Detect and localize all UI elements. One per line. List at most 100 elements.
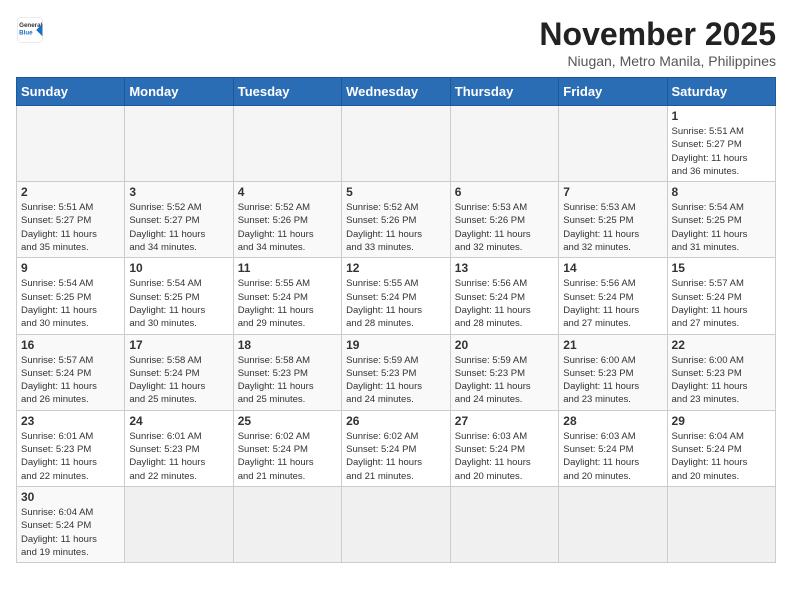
calendar-cell: 25 Sunrise: 6:02 AM Sunset: 5:24 PM Dayli… xyxy=(233,410,341,486)
calendar-cell: 17Sunrise: 5:58 AM Sunset: 5:24 PM Dayli… xyxy=(125,334,233,410)
day-info: Sunrise: 5:58 AM Sunset: 5:23 PM Dayligh… xyxy=(238,354,337,407)
day-info: Sunrise: 5:51 AM Sunset: 5:27 PM Dayligh… xyxy=(21,201,120,254)
calendar-cell xyxy=(125,106,233,182)
day-info: Sunrise: 5:56 AM Sunset: 5:24 PM Dayligh… xyxy=(455,277,554,330)
calendar-cell xyxy=(342,486,451,562)
calendar-cell: 13 Sunrise: 5:56 AM Sunset: 5:24 PM Dayli… xyxy=(450,258,558,334)
calendar-cell: 26Sunrise: 6:02 AM Sunset: 5:24 PM Dayli… xyxy=(342,410,451,486)
calendar-cell: 7Sunrise: 5:53 AM Sunset: 5:25 PM Daylig… xyxy=(559,182,667,258)
calendar-cell xyxy=(559,106,667,182)
day-number: 29 xyxy=(672,414,771,428)
day-number: 19 xyxy=(346,338,446,352)
day-number: 20 xyxy=(455,338,554,352)
weekday-header-thursday: Thursday xyxy=(450,78,558,106)
calendar-cell: 22 Sunrise: 6:00 AM Sunset: 5:23 PM Dayli… xyxy=(667,334,775,410)
calendar-cell xyxy=(233,106,341,182)
calendar: SundayMondayTuesdayWednesdayThursdayFrid… xyxy=(16,77,776,563)
calendar-week-row: 9Sunrise: 5:54 AM Sunset: 5:25 PM Daylig… xyxy=(17,258,776,334)
calendar-cell xyxy=(17,106,125,182)
calendar-cell: 18 Sunrise: 5:58 AM Sunset: 5:23 PM Dayli… xyxy=(233,334,341,410)
calendar-cell: 16Sunrise: 5:57 AM Sunset: 5:24 PM Dayli… xyxy=(17,334,125,410)
day-number: 2 xyxy=(21,185,120,199)
weekday-header-monday: Monday xyxy=(125,78,233,106)
day-number: 22 xyxy=(672,338,771,352)
day-number: 23 xyxy=(21,414,120,428)
day-info: Sunrise: 5:58 AM Sunset: 5:24 PM Dayligh… xyxy=(129,354,228,407)
calendar-cell: 10 Sunrise: 5:54 AM Sunset: 5:25 PM Dayli… xyxy=(125,258,233,334)
day-info: Sunrise: 5:53 AM Sunset: 5:25 PM Dayligh… xyxy=(563,201,662,254)
day-number: 8 xyxy=(672,185,771,199)
calendar-cell xyxy=(450,106,558,182)
weekday-header-saturday: Saturday xyxy=(667,78,775,106)
day-number: 25 xyxy=(238,414,337,428)
calendar-cell: 4Sunrise: 5:52 AM Sunset: 5:26 PM Daylig… xyxy=(233,182,341,258)
calendar-cell: 5Sunrise: 5:52 AM Sunset: 5:26 PM Daylig… xyxy=(342,182,451,258)
day-number: 11 xyxy=(238,261,337,275)
day-number: 27 xyxy=(455,414,554,428)
calendar-cell xyxy=(667,486,775,562)
day-info: Sunrise: 5:59 AM Sunset: 5:23 PM Dayligh… xyxy=(346,354,446,407)
calendar-week-row: 2 Sunrise: 5:51 AM Sunset: 5:27 PM Daylig… xyxy=(17,182,776,258)
calendar-cell xyxy=(559,486,667,562)
day-number: 28 xyxy=(563,414,662,428)
day-info: Sunrise: 5:57 AM Sunset: 5:24 PM Dayligh… xyxy=(21,354,120,407)
day-number: 26 xyxy=(346,414,446,428)
day-number: 15 xyxy=(672,261,771,275)
day-info: Sunrise: 5:54 AM Sunset: 5:25 PM Dayligh… xyxy=(672,201,771,254)
calendar-cell: 1 Sunrise: 5:51 AM Sunset: 5:27 PM Daylig… xyxy=(667,106,775,182)
calendar-cell xyxy=(233,486,341,562)
day-info: Sunrise: 6:02 AM Sunset: 5:24 PM Dayligh… xyxy=(238,430,337,483)
weekday-header-tuesday: Tuesday xyxy=(233,78,341,106)
day-info: Sunrise: 5:55 AM Sunset: 5:24 PM Dayligh… xyxy=(238,277,337,330)
title-section: November 2025 Niugan, Metro Manila, Phil… xyxy=(539,16,776,69)
calendar-cell xyxy=(342,106,451,182)
calendar-cell: 19 Sunrise: 5:59 AM Sunset: 5:23 PM Dayli… xyxy=(342,334,451,410)
day-number: 10 xyxy=(129,261,228,275)
day-info: Sunrise: 6:01 AM Sunset: 5:23 PM Dayligh… xyxy=(21,430,120,483)
generalblue-logo-icon: General Blue xyxy=(16,16,44,44)
calendar-cell: 20 Sunrise: 5:59 AM Sunset: 5:23 PM Dayli… xyxy=(450,334,558,410)
calendar-cell: 29 Sunrise: 6:04 AM Sunset: 5:24 PM Dayli… xyxy=(667,410,775,486)
day-info: Sunrise: 6:00 AM Sunset: 5:23 PM Dayligh… xyxy=(672,354,771,407)
calendar-cell: 15 Sunrise: 5:57 AM Sunset: 5:24 PM Dayli… xyxy=(667,258,775,334)
weekday-header-row: SundayMondayTuesdayWednesdayThursdayFrid… xyxy=(17,78,776,106)
calendar-cell: 21 Sunrise: 6:00 AM Sunset: 5:23 PM Dayli… xyxy=(559,334,667,410)
day-info: Sunrise: 5:52 AM Sunset: 5:26 PM Dayligh… xyxy=(238,201,337,254)
calendar-cell: 28 Sunrise: 6:03 AM Sunset: 5:24 PM Dayli… xyxy=(559,410,667,486)
svg-text:Blue: Blue xyxy=(19,30,33,37)
day-info: Sunrise: 5:56 AM Sunset: 5:24 PM Dayligh… xyxy=(563,277,662,330)
day-info: Sunrise: 5:54 AM Sunset: 5:25 PM Dayligh… xyxy=(21,277,120,330)
month-title: November 2025 xyxy=(539,16,776,53)
calendar-cell: 6Sunrise: 5:53 AM Sunset: 5:26 PM Daylig… xyxy=(450,182,558,258)
day-info: Sunrise: 6:00 AM Sunset: 5:23 PM Dayligh… xyxy=(563,354,662,407)
calendar-week-row: 1 Sunrise: 5:51 AM Sunset: 5:27 PM Daylig… xyxy=(17,106,776,182)
logo: General Blue xyxy=(16,16,44,44)
calendar-week-row: 30Sunrise: 6:04 AM Sunset: 5:24 PM Dayli… xyxy=(17,486,776,562)
weekday-header-wednesday: Wednesday xyxy=(342,78,451,106)
calendar-cell: 3 Sunrise: 5:52 AM Sunset: 5:27 PM Daylig… xyxy=(125,182,233,258)
day-info: Sunrise: 5:59 AM Sunset: 5:23 PM Dayligh… xyxy=(455,354,554,407)
day-info: Sunrise: 6:04 AM Sunset: 5:24 PM Dayligh… xyxy=(672,430,771,483)
day-number: 3 xyxy=(129,185,228,199)
day-number: 12 xyxy=(346,261,446,275)
day-info: Sunrise: 6:01 AM Sunset: 5:23 PM Dayligh… xyxy=(129,430,228,483)
day-info: Sunrise: 5:54 AM Sunset: 5:25 PM Dayligh… xyxy=(129,277,228,330)
calendar-cell: 2 Sunrise: 5:51 AM Sunset: 5:27 PM Daylig… xyxy=(17,182,125,258)
calendar-cell: 9Sunrise: 5:54 AM Sunset: 5:25 PM Daylig… xyxy=(17,258,125,334)
day-number: 13 xyxy=(455,261,554,275)
day-number: 18 xyxy=(238,338,337,352)
day-number: 21 xyxy=(563,338,662,352)
day-info: Sunrise: 5:57 AM Sunset: 5:24 PM Dayligh… xyxy=(672,277,771,330)
day-number: 30 xyxy=(21,490,120,504)
day-info: Sunrise: 6:03 AM Sunset: 5:24 PM Dayligh… xyxy=(563,430,662,483)
calendar-cell: 11 Sunrise: 5:55 AM Sunset: 5:24 PM Dayli… xyxy=(233,258,341,334)
weekday-header-sunday: Sunday xyxy=(17,78,125,106)
day-info: Sunrise: 5:51 AM Sunset: 5:27 PM Dayligh… xyxy=(672,125,771,178)
calendar-cell: 8 Sunrise: 5:54 AM Sunset: 5:25 PM Daylig… xyxy=(667,182,775,258)
day-number: 1 xyxy=(672,109,771,123)
day-info: Sunrise: 5:52 AM Sunset: 5:27 PM Dayligh… xyxy=(129,201,228,254)
calendar-cell xyxy=(125,486,233,562)
day-number: 6 xyxy=(455,185,554,199)
day-number: 14 xyxy=(563,261,662,275)
calendar-cell: 12Sunrise: 5:55 AM Sunset: 5:24 PM Dayli… xyxy=(342,258,451,334)
